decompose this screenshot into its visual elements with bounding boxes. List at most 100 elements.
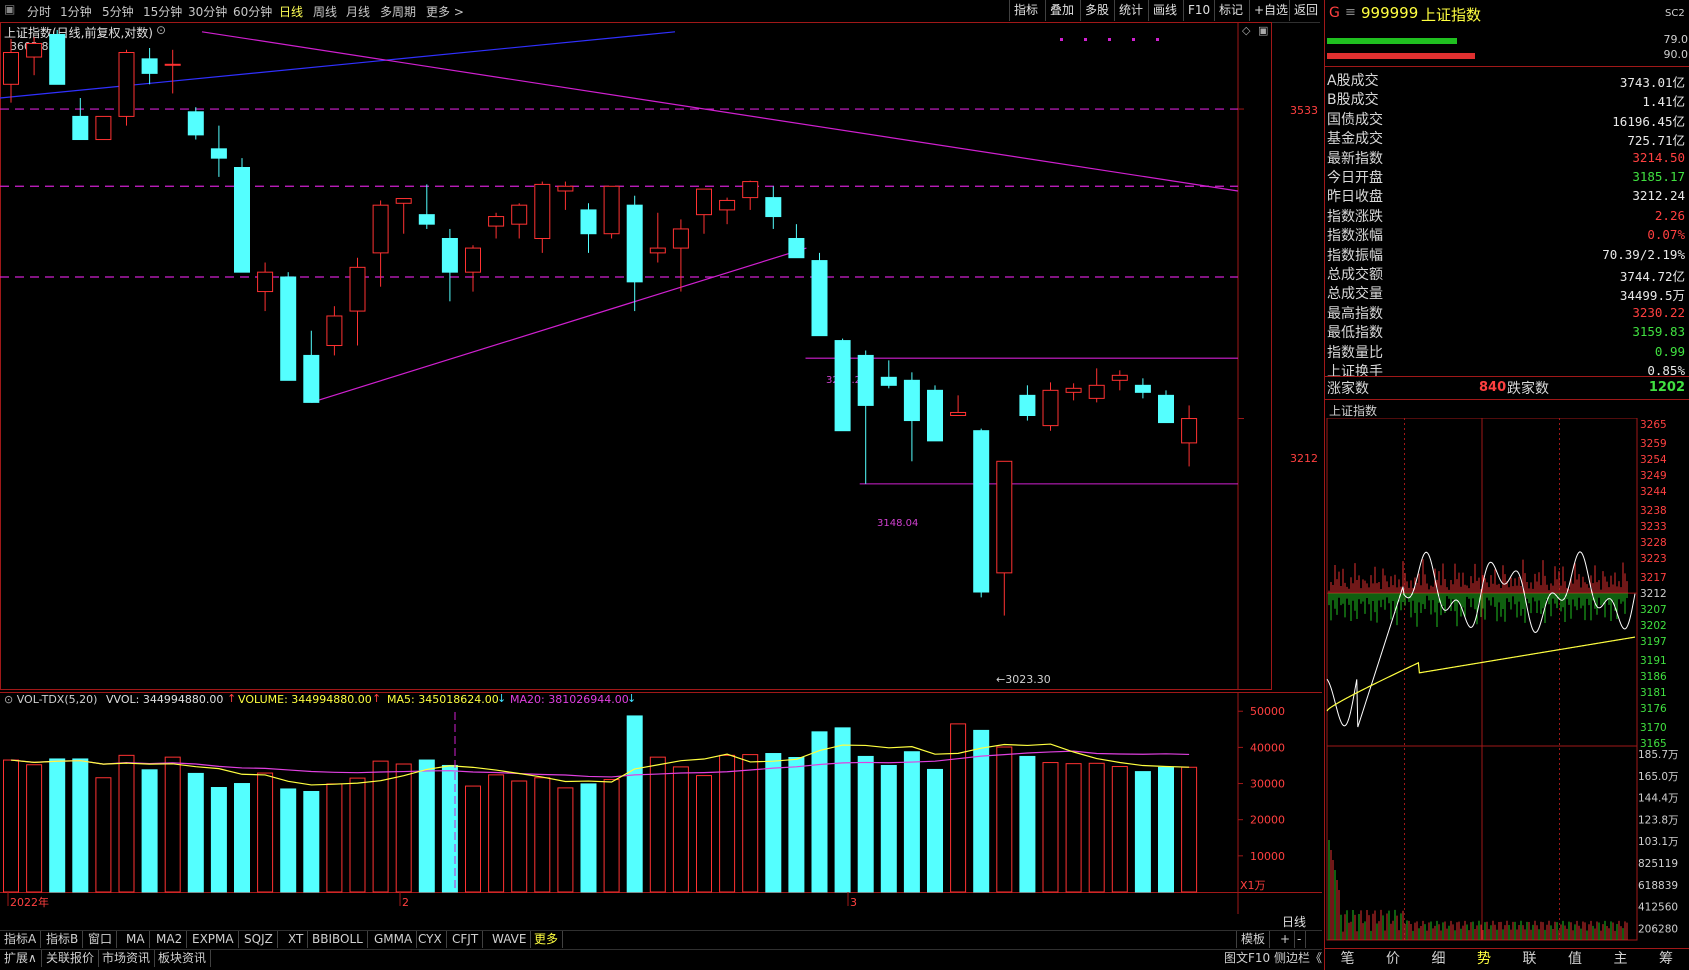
indicator-tab[interactable]: CFJT <box>448 931 484 948</box>
mini-price-tick: 3265 <box>1640 419 1667 431</box>
period-tab-more[interactable]: 更多 > <box>426 3 464 20</box>
tool-mark-button[interactable]: 标记 <box>1214 0 1247 21</box>
indicator-tab[interactable]: XT <box>284 931 309 948</box>
candlestick-chart[interactable] <box>0 22 1272 690</box>
candle <box>973 428 990 598</box>
period-tab-multi[interactable]: 多周期 <box>380 3 416 20</box>
indicator-tab[interactable]: 指标B <box>42 931 84 948</box>
indicator-tab[interactable]: GMMA <box>370 931 418 948</box>
trendline-ascending <box>311 247 807 403</box>
mini-avg-line <box>1326 636 1636 712</box>
tool-f10-button[interactable]: F10 <box>1183 0 1214 21</box>
tool-multistock-button[interactable]: 多股 <box>1080 0 1113 21</box>
volume-bar <box>742 754 759 893</box>
volume-ma5-line <box>10 743 1190 786</box>
quote-row-label: 总成交额 <box>1327 267 1383 283</box>
indicator-tab[interactable]: 指标A <box>0 931 42 948</box>
tool-draw-button[interactable]: 画线 <box>1148 0 1181 21</box>
mini-chart-tab[interactable]: 细 <box>1416 949 1461 969</box>
zoom-out-button[interactable]: - <box>1293 931 1307 948</box>
volume-bar <box>1111 766 1128 893</box>
toolbar-menu-icon[interactable]: ▣ <box>4 2 15 16</box>
related-quote-tab[interactable]: 关联报价 <box>42 950 100 967</box>
tool-stats-button[interactable]: 统计 <box>1114 0 1147 21</box>
indicator-tab[interactable]: EXPMA <box>188 931 239 948</box>
mini-chart-tab[interactable]: 筹 <box>1644 949 1689 969</box>
candle <box>834 338 851 432</box>
period-tab-intraday[interactable]: 分时 <box>27 3 51 20</box>
quote-row-label: 总成交量 <box>1327 286 1383 303</box>
volume-bar <box>649 756 666 893</box>
period-tab-weekly[interactable]: 周线 <box>313 3 337 20</box>
mini-price-tick: 3217 <box>1640 572 1667 584</box>
panel-menu-icon[interactable]: ≡ <box>1345 5 1356 20</box>
quote-row-label: 最低指数 <box>1327 325 1383 342</box>
period-tab-30min[interactable]: 30分钟 <box>188 3 227 20</box>
tool-back-button[interactable]: 返回 <box>1289 0 1322 21</box>
indicator-tab[interactable]: MA <box>122 931 150 948</box>
indicator-tab[interactable]: SQJZ <box>240 931 278 948</box>
mini-chart-tab[interactable]: 联 <box>1507 949 1552 969</box>
indicator-tab[interactable]: 窗口 <box>84 931 118 948</box>
date-axis-label: 2 <box>402 896 409 909</box>
mini-chart-tab[interactable]: 价 <box>1371 949 1416 969</box>
candle <box>580 203 597 253</box>
mini-price-line <box>1326 551 1636 728</box>
tool-indicator-button[interactable]: 指标 <box>1009 0 1042 21</box>
indicator-tab[interactable]: 更多 <box>530 931 564 948</box>
panel-code: 999999 <box>1361 4 1419 22</box>
indicator-tab[interactable]: MA2 <box>152 931 188 948</box>
indicator-tab[interactable]: BBIBOLL <box>308 931 368 948</box>
volume-bar <box>72 758 89 893</box>
tool-add-watchlist-button[interactable]: +自选 <box>1249 0 1292 21</box>
status-f10-sidebar[interactable]: 图文F10 侧边栏《 <box>1220 950 1326 967</box>
volume-ma20-line <box>10 750 1190 778</box>
volume-bar <box>1158 766 1174 893</box>
template-button[interactable]: 模板 <box>1236 931 1271 948</box>
mini-chart-tab[interactable]: 值 <box>1553 949 1598 969</box>
candle-body <box>580 209 597 235</box>
volume-bar <box>811 731 828 893</box>
period-tab-15min[interactable]: 15分钟 <box>143 3 182 20</box>
quote-row: 最新指数 3214.50 <box>1327 148 1687 167</box>
candle-body <box>649 247 666 254</box>
volume-bar <box>672 766 689 893</box>
market-news-tab[interactable]: 市场资讯 <box>98 950 156 967</box>
volume-bar <box>234 783 250 893</box>
mini-chart-tab[interactable]: 笔 <box>1325 949 1370 969</box>
quote-row-label: 指数涨幅 <box>1327 228 1383 245</box>
candle-body <box>303 354 320 403</box>
expand-tab[interactable]: 扩展∧ <box>0 950 42 967</box>
mini-price-tick: 3223 <box>1640 553 1667 565</box>
panel-g-icon: G <box>1329 5 1340 21</box>
candle <box>696 188 712 234</box>
indicator-tab[interactable]: CYX <box>414 931 447 948</box>
intraday-mini-chart[interactable]: 3265 3259 3254 3249 3244 3238 3233 3228 3223 3217… <box>1325 418 1687 943</box>
period-tab-1min[interactable]: 1分钟 <box>60 3 92 20</box>
volume-bar <box>326 783 343 893</box>
period-tab-monthly[interactable]: 月线 <box>346 3 370 20</box>
volume-bar <box>788 757 805 893</box>
candle <box>303 330 320 403</box>
indicator-tab[interactable]: WAVE <box>488 931 532 948</box>
sector-news-tab[interactable]: 板块资讯 <box>154 950 212 967</box>
quote-row-value: 0.99 <box>1654 343 1685 359</box>
volume-bar <box>1019 755 1036 893</box>
candle <box>118 49 135 126</box>
mini-chart-tab[interactable]: 主 <box>1598 949 1643 969</box>
tool-overlay-button[interactable]: 叠加 <box>1045 0 1078 21</box>
candle-body <box>903 379 920 422</box>
quote-row-value: 1.41亿 <box>1642 94 1685 110</box>
period-tab-5min[interactable]: 5分钟 <box>102 3 134 20</box>
period-tab-daily[interactable]: 日线 <box>279 3 303 20</box>
candle <box>441 228 458 302</box>
period-tab-60min[interactable]: 60分钟 <box>233 3 272 20</box>
mini-price-tick: 3191 <box>1640 655 1667 667</box>
candle-body <box>1134 384 1151 393</box>
quote-row: B股成交 1.41亿 <box>1327 89 1687 110</box>
mini-chart-tab[interactable]: 势 <box>1462 949 1507 969</box>
panel-name: 上证指数 <box>1421 6 1482 24</box>
candle <box>719 197 736 225</box>
volume-chart[interactable]: 50000 40000 30000 20000 10000 X1万 2022年 2 3 <box>0 692 1322 914</box>
quote-row-value: 0.07% <box>1647 227 1685 243</box>
